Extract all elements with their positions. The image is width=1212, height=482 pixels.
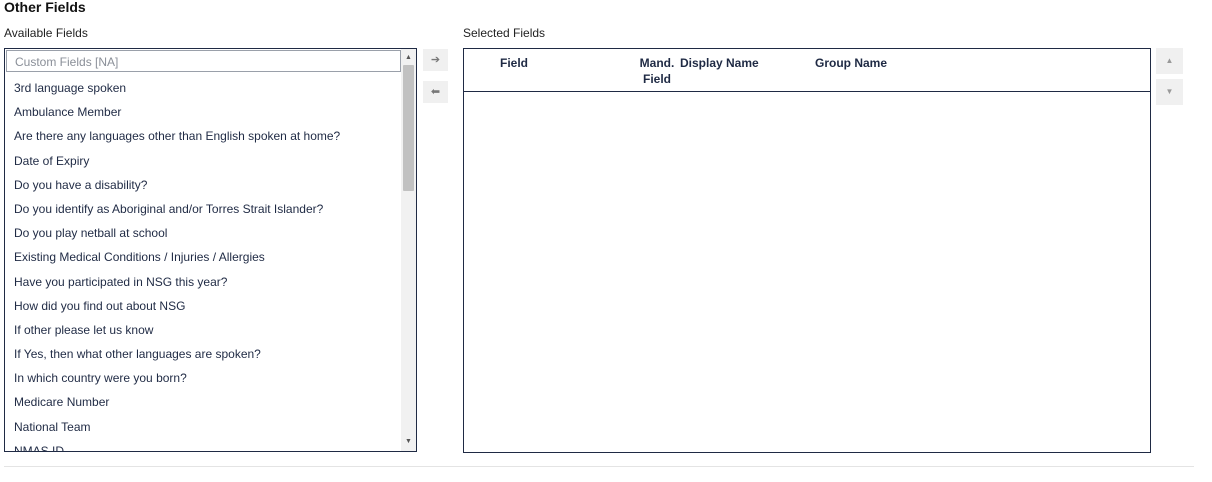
selected-fields-table[interactable]: Field Mand. Field Display Name Group Nam… bbox=[463, 48, 1151, 453]
available-items-container: 3rd language spoken Ambulance Member Are… bbox=[14, 76, 399, 451]
move-down-button[interactable]: ▼ bbox=[1156, 79, 1183, 105]
remove-field-button[interactable]: ⬅ bbox=[423, 81, 448, 103]
list-item[interactable]: NMAS ID bbox=[14, 439, 399, 451]
column-header-display-name: Display Name bbox=[680, 56, 759, 70]
move-up-button[interactable]: ▲ bbox=[1156, 48, 1183, 74]
list-item[interactable]: Do you play netball at school bbox=[14, 221, 399, 245]
arrow-right-icon: ➔ bbox=[430, 54, 441, 66]
list-item[interactable]: Medicare Number bbox=[14, 390, 399, 414]
triangle-up-icon: ▲ bbox=[1165, 56, 1174, 65]
column-header-mandatory: Mand. Field bbox=[639, 56, 675, 86]
table-header: Field Mand. Field Display Name Group Nam… bbox=[464, 49, 1150, 92]
list-item[interactable]: If other please let us know bbox=[14, 318, 399, 342]
list-item[interactable]: Have you participated in NSG this year? bbox=[14, 270, 399, 294]
list-item[interactable]: Do you have a disability? bbox=[14, 173, 399, 197]
section-divider bbox=[4, 466, 1194, 467]
list-item[interactable]: Existing Medical Conditions / Injuries /… bbox=[14, 245, 399, 269]
list-item[interactable]: Are there any languages other than Engli… bbox=[14, 124, 399, 148]
scroll-up-arrow-icon[interactable]: ▲ bbox=[401, 51, 416, 65]
list-item[interactable]: How did you find out about NSG bbox=[14, 294, 399, 318]
list-item[interactable]: Ambulance Member bbox=[14, 100, 399, 124]
available-fields-label: Available Fields bbox=[4, 26, 88, 40]
list-item[interactable]: In which country were you born? bbox=[14, 366, 399, 390]
list-item[interactable]: 3rd language spoken bbox=[14, 76, 399, 100]
arrow-left-icon: ⬅ bbox=[430, 86, 441, 98]
selected-fields-label: Selected Fields bbox=[463, 26, 546, 40]
list-item[interactable]: Date of Expiry bbox=[14, 149, 399, 173]
available-fields-list[interactable]: Custom Fields [NA] 3rd language spoken A… bbox=[4, 48, 417, 452]
list-item[interactable]: National Team bbox=[14, 415, 399, 439]
column-header-group-name: Group Name bbox=[815, 56, 888, 70]
section-title: Other Fields bbox=[4, 0, 86, 15]
add-field-button[interactable]: ➔ bbox=[423, 49, 448, 71]
list-item[interactable]: If Yes, then what other languages are sp… bbox=[14, 342, 399, 366]
scroll-down-arrow-icon[interactable]: ▼ bbox=[401, 435, 416, 449]
column-header-field: Field bbox=[500, 56, 529, 70]
vertical-scrollbar[interactable]: ▲ ▼ bbox=[401, 49, 416, 451]
list-group-header: Custom Fields [NA] bbox=[6, 50, 401, 72]
scrollbar-thumb[interactable] bbox=[403, 65, 414, 191]
triangle-down-icon: ▼ bbox=[1165, 87, 1174, 96]
list-item[interactable]: Do you identify as Aboriginal and/or Tor… bbox=[14, 197, 399, 221]
